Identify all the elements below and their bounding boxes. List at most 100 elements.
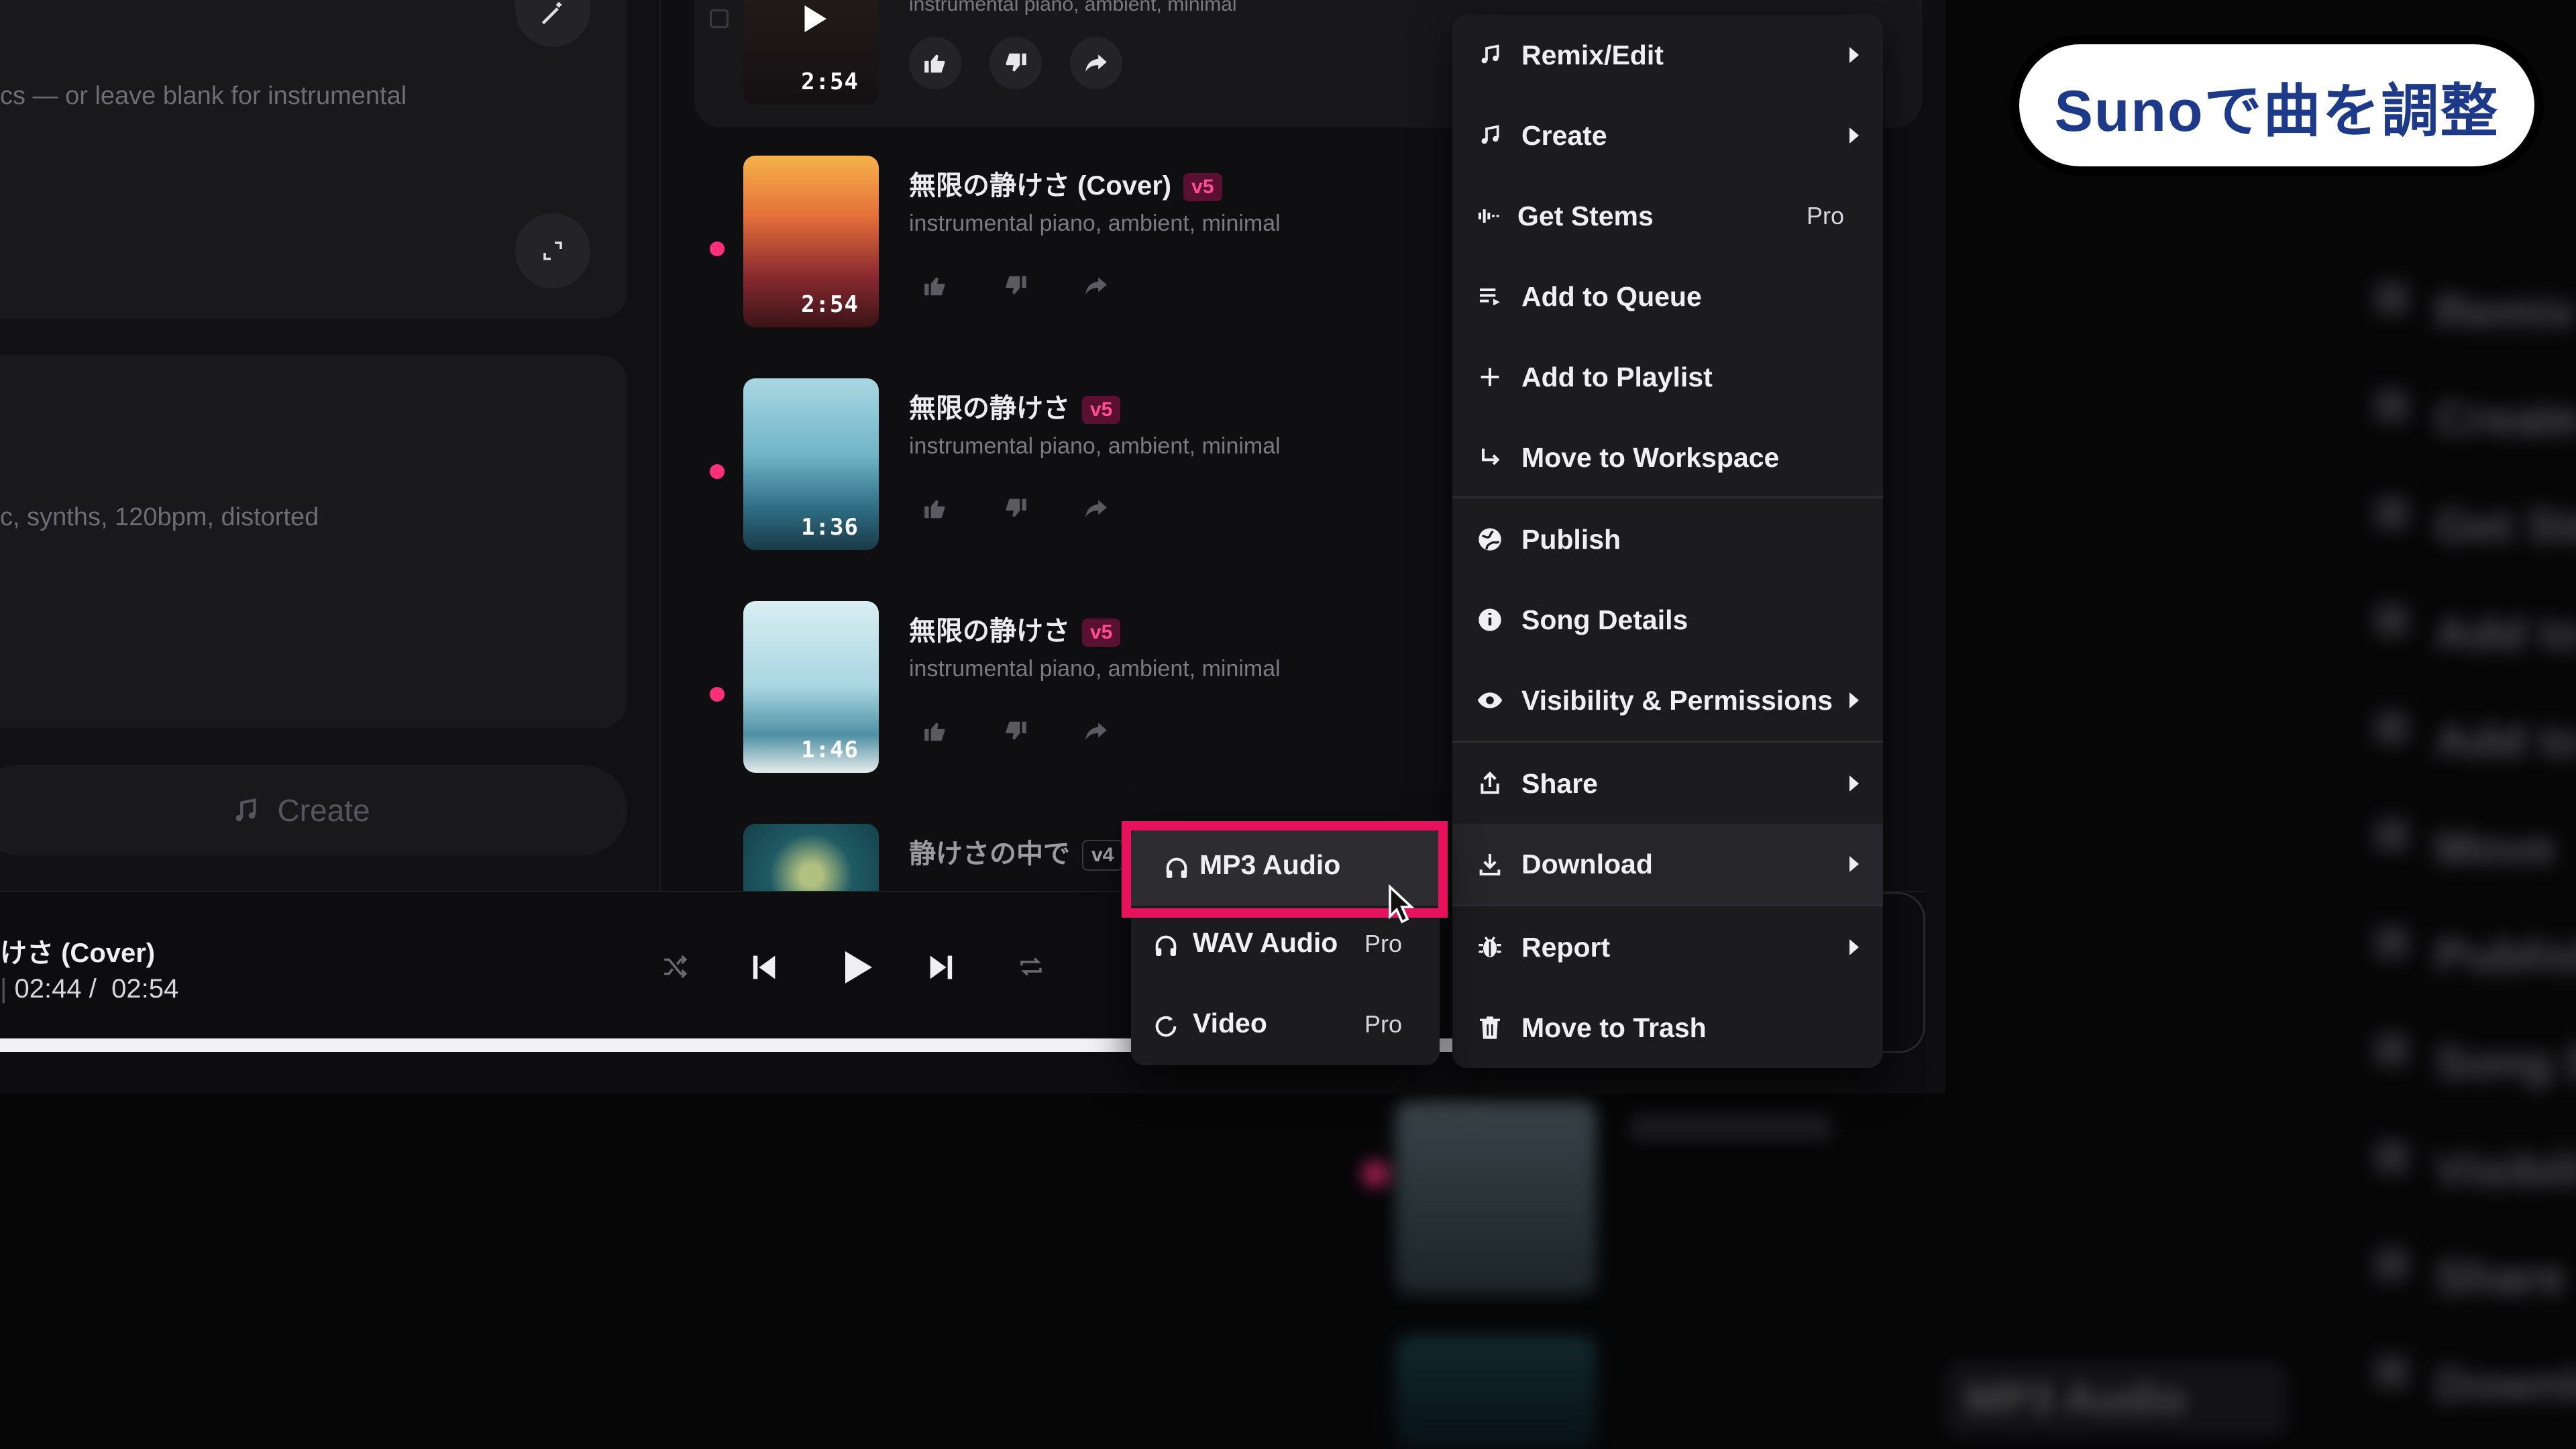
thumbs-down-icon (1006, 276, 1026, 294)
thumbs-down-icon (1006, 498, 1026, 517)
play-overlay-icon (804, 5, 826, 32)
menu-item-create[interactable]: Create (1452, 95, 1883, 176)
pro-badge: Pro (1364, 1010, 1402, 1038)
like-button[interactable] (909, 482, 961, 535)
track-title[interactable]: 静けさの中で (909, 839, 1070, 869)
play-button[interactable] (835, 946, 877, 989)
repeat-icon (1020, 957, 1042, 976)
shuffle-button[interactable] (661, 953, 689, 981)
repeat-button[interactable] (1017, 953, 1045, 981)
video-icon (1151, 1012, 1181, 1041)
track-thumbnail[interactable]: 2:54 (743, 156, 879, 327)
menu-item-label: Visibility & Permissions (1521, 684, 1833, 716)
menu-item-share[interactable]: Share (1452, 743, 1883, 824)
player-time-separator: / (89, 974, 97, 1004)
ghost-menu-icon (2375, 496, 2408, 530)
menu-item-label: Remix/Edit (1521, 39, 1664, 70)
submenu-item-label: Video (1193, 1008, 1267, 1038)
track-thumbnail[interactable]: 2:54 (743, 0, 879, 105)
track-title-row: 無限の静けさ v5 (909, 609, 1121, 648)
menu-item-visibility-permissions[interactable]: Visibility & Permissions (1452, 660, 1883, 741)
share-track-button[interactable] (1070, 705, 1122, 757)
skip-previous-icon (753, 955, 775, 979)
play-icon (845, 951, 872, 983)
ghost-menu-row: Move (1945, 792, 2576, 885)
track-row[interactable]: 1:46 無限の静けさ v5 instrumental piano, ambien… (691, 601, 1462, 802)
menu-item-remix-edit[interactable]: Remix/Edit (1452, 15, 1883, 95)
lyrics-card: cs — or leave blank for instrumental (0, 0, 627, 319)
stems-icon (1475, 201, 1505, 231)
player-track-title[interactable]: けさ (Cover) (0, 931, 155, 970)
track-row[interactable]: 2:54 instrumental piano, ambient, minima… (691, 0, 1462, 134)
track-title[interactable]: 無限の静けさ (909, 394, 1070, 423)
ghost-menu-label: Create (2435, 392, 2576, 445)
share-track-button[interactable] (1070, 260, 1122, 312)
like-button[interactable] (909, 705, 961, 757)
share-track-button[interactable] (1070, 37, 1122, 89)
track-title-row: 無限の静けさ v5 (909, 386, 1121, 425)
next-button[interactable] (924, 950, 959, 985)
menu-divider (1452, 741, 1883, 743)
previous-button[interactable] (746, 950, 781, 985)
menu-item-song-details[interactable]: Song Details (1452, 580, 1883, 660)
track-row[interactable]: 1:36 無限の静けさ v5 instrumental piano, ambien… (691, 378, 1462, 580)
share-track-button[interactable] (1070, 482, 1122, 535)
track-row[interactable]: 2:54 無限の静けさ (Cover) v5 instrumental piano… (691, 156, 1462, 357)
share-arrow-icon (1085, 722, 1107, 740)
style-input[interactable]: c, synths, 120bpm, distorted (0, 503, 319, 532)
track-duration: 2:54 (801, 68, 859, 95)
chevron-right-icon (1849, 856, 1859, 872)
menu-divider (1452, 904, 1883, 906)
ghost-menu-icon (2375, 926, 2408, 959)
player-total-time: 02:54 (111, 974, 179, 1004)
magic-wand-button[interactable] (515, 0, 590, 47)
eye-icon (1475, 686, 1505, 715)
info-icon (1475, 605, 1505, 635)
submenu-item-video[interactable]: Video Pro (1131, 986, 1440, 1064)
track-duration: 1:36 (801, 514, 859, 541)
shuffle-icon (664, 955, 688, 978)
track-subtitle: instrumental piano, ambient, minimal (909, 0, 1237, 15)
expand-button[interactable] (515, 213, 590, 288)
track-thumbnail[interactable]: 1:46 (743, 601, 879, 773)
plus-icon (1475, 362, 1505, 392)
context-menu: Remix/Edit Create Get Stems Pro Add to Qu… (1452, 15, 1883, 1068)
menu-item-download[interactable]: Download (1452, 824, 1883, 904)
create-button[interactable]: Create (0, 765, 627, 855)
style-card: c, synths, 120bpm, distorted (0, 356, 627, 728)
track-thumbnail[interactable] (743, 824, 879, 891)
magic-wand-icon (541, 2, 561, 25)
like-button[interactable] (909, 260, 961, 312)
menu-item-publish[interactable]: Publish (1452, 499, 1883, 580)
dislike-button[interactable] (989, 482, 1042, 535)
dislike-button[interactable] (989, 37, 1042, 89)
new-indicator-dot (710, 241, 724, 256)
lyrics-placeholder: cs — or leave blank for instrumental (0, 82, 407, 110)
menu-item-add-to-queue[interactable]: Add to Queue (1452, 256, 1883, 337)
track-subtitle: instrumental piano, ambient, minimal (909, 656, 1281, 682)
menu-item-get-stems[interactable]: Get Stems Pro (1452, 176, 1883, 256)
track-duration: 1:46 (801, 737, 859, 763)
ghost-menu-icon (2375, 604, 2408, 637)
lyrics-input[interactable]: cs — or leave blank for instrumental (0, 82, 407, 111)
menu-item-move-to-workspace[interactable]: Move to Workspace (1452, 417, 1883, 498)
pro-badge: Pro (1806, 202, 1844, 229)
menu-item-label: Add to Playlist (1521, 361, 1713, 392)
track-thumbnail[interactable]: 1:36 (743, 378, 879, 550)
like-button[interactable] (909, 37, 961, 89)
track-title[interactable]: 無限の静けさ (Cover) (909, 171, 1171, 201)
dislike-button[interactable] (989, 260, 1042, 312)
share-arrow-icon (1085, 54, 1107, 72)
menu-item-add-to-playlist[interactable]: Add to Playlist (1452, 337, 1883, 417)
menu-item-report[interactable]: Report (1452, 907, 1883, 987)
ghost-menu-icon (2375, 818, 2408, 852)
track-title-row: 静けさの中で v4 (909, 832, 1124, 871)
track-title[interactable]: 無限の静けさ (909, 616, 1070, 646)
dislike-button[interactable] (989, 705, 1042, 757)
version-tag: v4 (1082, 840, 1124, 871)
menu-item-move-to-trash[interactable]: Move to Trash (1452, 987, 1883, 1068)
music-note-icon (236, 798, 256, 821)
thumbs-down-icon (1006, 53, 1026, 72)
ghost-menu-icon (2375, 711, 2408, 745)
track-subtitle: instrumental piano, ambient, minimal (909, 211, 1281, 236)
